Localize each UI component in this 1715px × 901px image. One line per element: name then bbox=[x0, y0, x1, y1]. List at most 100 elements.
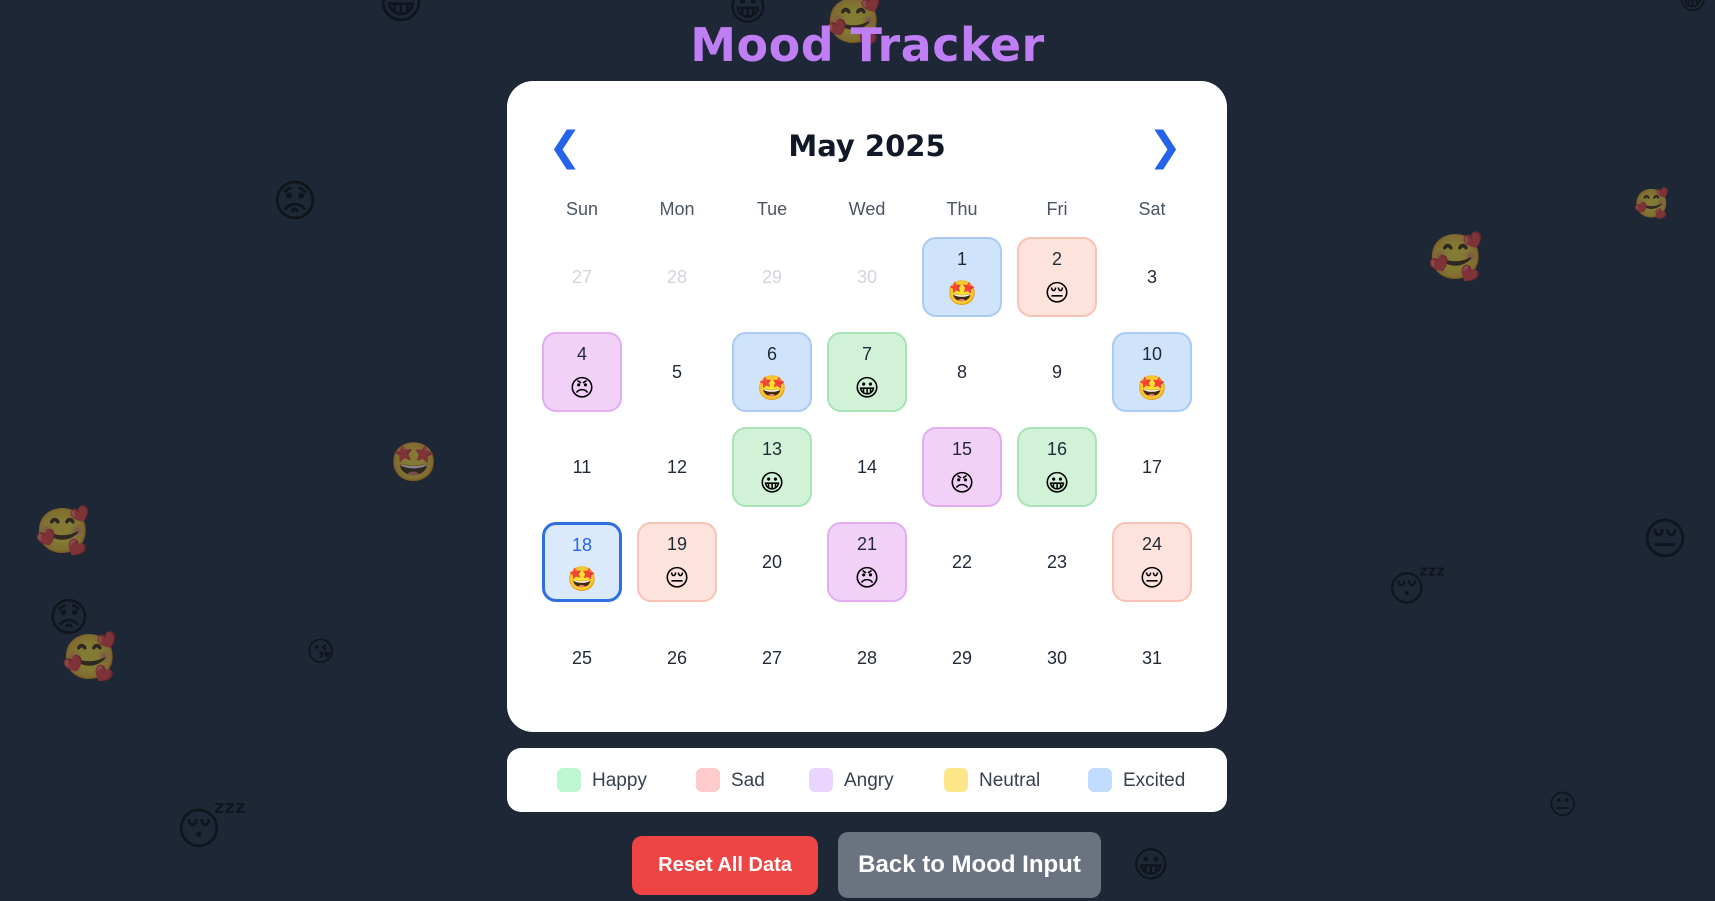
angry-face-icon: 😠 bbox=[854, 564, 880, 592]
legend-swatch bbox=[557, 768, 581, 792]
reset-all-data-button[interactable]: Reset All Data bbox=[632, 836, 818, 895]
day-number: 10 bbox=[1141, 344, 1163, 364]
day-number: 30 bbox=[856, 267, 878, 287]
calendar-day[interactable]: 31 bbox=[1112, 618, 1192, 698]
calendar-day[interactable]: 10 🤩 bbox=[1112, 332, 1192, 412]
day-number: 29 bbox=[951, 648, 973, 668]
day-number: 27 bbox=[761, 648, 783, 668]
calendar-day-outside-month: 30 bbox=[827, 237, 907, 317]
weekday-thu: Thu bbox=[946, 199, 978, 219]
calendar-day[interactable]: 14 bbox=[827, 427, 907, 507]
legend-swatch bbox=[944, 768, 968, 792]
angry-face-icon: 😠 bbox=[949, 469, 975, 497]
day-number: 24 bbox=[1141, 534, 1163, 554]
star-struck-face-icon: 🤩 bbox=[567, 565, 597, 593]
floating-emoji-icon: 😐 bbox=[1548, 788, 1578, 821]
floating-emoji-icon: 😟 bbox=[272, 176, 318, 227]
floating-emoji-icon: 🥰 bbox=[1634, 187, 1669, 220]
floating-emoji-icon: 😔 bbox=[1642, 514, 1688, 565]
calendar-day[interactable]: 28 bbox=[827, 618, 907, 698]
weekday-mon: Mon bbox=[659, 199, 695, 219]
day-number: 30 bbox=[1046, 648, 1068, 668]
calendar-day[interactable]: 22 bbox=[922, 522, 1002, 602]
star-struck-face-icon: 🤩 bbox=[947, 279, 977, 307]
calendar-day[interactable]: 8 bbox=[922, 332, 1002, 412]
day-number: 26 bbox=[666, 648, 688, 668]
floating-emoji-icon: 🥰 bbox=[35, 506, 90, 557]
day-number: 20 bbox=[761, 552, 783, 572]
calendar-day[interactable]: 9 bbox=[1017, 332, 1097, 412]
star-struck-face-icon: 🤩 bbox=[1137, 374, 1167, 402]
calendar-day[interactable]: 23 bbox=[1017, 522, 1097, 602]
weekday-sat: Sat bbox=[1138, 199, 1166, 219]
day-number: 25 bbox=[571, 648, 593, 668]
legend-label: Angry bbox=[844, 770, 894, 791]
calendar-day[interactable]: 2 😔 bbox=[1017, 237, 1097, 317]
day-number: 13 bbox=[761, 439, 783, 459]
calendar-day[interactable]: 7 😀 bbox=[827, 332, 907, 412]
app-title: Mood Tracker bbox=[690, 18, 1045, 72]
legend-label: Neutral bbox=[979, 770, 1041, 791]
calendar-day[interactable]: 17 bbox=[1112, 427, 1192, 507]
legend-label: Happy bbox=[592, 770, 647, 791]
day-number: 12 bbox=[666, 457, 688, 477]
day-number: 7 bbox=[861, 344, 872, 364]
pensive-face-icon: 😔 bbox=[1139, 564, 1165, 592]
month-label: May 2025 bbox=[788, 129, 946, 163]
day-number: 8 bbox=[956, 362, 967, 382]
calendar-day[interactable]: 5 bbox=[637, 332, 717, 412]
floating-emoji-icon: 🤩 bbox=[390, 440, 438, 484]
day-number: 19 bbox=[666, 534, 688, 554]
grinning-face-icon: 😀 bbox=[759, 469, 785, 497]
calendar-card: ❮ May 2025 ❯ Sun Mon Tue Wed Thu Fri Sat 27 28 2… bbox=[507, 81, 1227, 732]
day-number: 3 bbox=[1146, 267, 1157, 287]
calendar-day[interactable]: 13 😀 bbox=[732, 427, 812, 507]
calendar-day[interactable]: 11 bbox=[542, 427, 622, 507]
day-number: 15 bbox=[951, 439, 973, 459]
grinning-face-icon: 😀 bbox=[854, 374, 880, 402]
grinning-face-icon: 😀 bbox=[1044, 469, 1070, 497]
next-month-button[interactable]: ❯ bbox=[1145, 125, 1185, 169]
calendar-day[interactable]: 6 🤩 bbox=[732, 332, 812, 412]
calendar-day[interactable]: 29 bbox=[922, 618, 1002, 698]
day-number: 28 bbox=[856, 648, 878, 668]
day-number: 29 bbox=[761, 267, 783, 287]
day-number: 17 bbox=[1141, 457, 1163, 477]
calendar-day[interactable]: 27 bbox=[732, 618, 812, 698]
day-number: 4 bbox=[576, 344, 587, 364]
calendar-day[interactable]: 26 bbox=[637, 618, 717, 698]
floating-emoji-icon: 😀 bbox=[1678, 0, 1707, 14]
calendar-day[interactable]: 19 😔 bbox=[637, 522, 717, 602]
calendar-day[interactable]: 12 bbox=[637, 427, 717, 507]
calendar-day[interactable]: 16 😀 bbox=[1017, 427, 1097, 507]
chevron-right-icon: ❯ bbox=[1148, 124, 1182, 170]
calendar-day[interactable]: 4 😠 bbox=[542, 332, 622, 412]
calendar-day[interactable]: 20 bbox=[732, 522, 812, 602]
legend-swatch bbox=[696, 768, 720, 792]
calendar-day[interactable]: 15 😠 bbox=[922, 427, 1002, 507]
calendar-day[interactable]: 1 🤩 bbox=[922, 237, 1002, 317]
weekday-sun: Sun bbox=[565, 199, 599, 219]
floating-emoji-icon: 😘 bbox=[306, 635, 336, 668]
day-number: 21 bbox=[856, 534, 878, 554]
legend-label: Sad bbox=[731, 770, 765, 791]
calendar-day[interactable]: 30 bbox=[1017, 618, 1097, 698]
star-struck-face-icon: 🤩 bbox=[757, 374, 787, 402]
calendar-day[interactable]: 24 😔 bbox=[1112, 522, 1192, 602]
mood-legend: Happy Sad Angry Neutral Excited bbox=[507, 748, 1227, 812]
day-number: 28 bbox=[666, 267, 688, 287]
legend-swatch bbox=[1088, 768, 1112, 792]
day-number: 5 bbox=[671, 362, 682, 382]
day-number: 11 bbox=[572, 457, 592, 477]
calendar-day[interactable]: 25 bbox=[542, 618, 622, 698]
day-number: 6 bbox=[766, 344, 777, 364]
calendar-day[interactable]: 18 🤩 bbox=[542, 522, 622, 602]
back-to-mood-input-button[interactable]: Back to Mood Input bbox=[838, 832, 1101, 898]
calendar-day[interactable]: 3 bbox=[1112, 237, 1192, 317]
floating-emoji-icon: 🥰 bbox=[62, 632, 117, 683]
calendar-day[interactable]: 21 😠 bbox=[827, 522, 907, 602]
calendar-day-outside-month: 28 bbox=[637, 237, 717, 317]
floating-emoji-icon: 😴 bbox=[176, 804, 247, 855]
floating-emoji-icon: 🥰 bbox=[1428, 232, 1483, 283]
floating-emoji-icon: 😀 bbox=[1132, 845, 1170, 886]
